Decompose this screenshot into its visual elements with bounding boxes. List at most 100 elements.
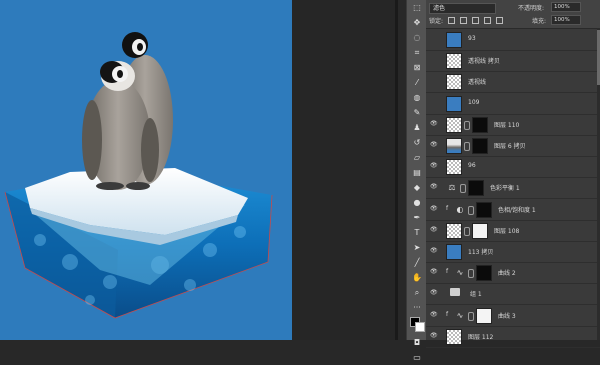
layer-mask-thumbnail[interactable] xyxy=(476,265,492,282)
layer-name[interactable]: 图层 110 xyxy=(494,120,519,129)
line-tool-icon[interactable]: ╱ xyxy=(407,255,427,270)
visibility-eye-icon[interactable]: 👁 xyxy=(430,120,438,128)
visibility-eye-icon[interactable]: 👁 xyxy=(430,268,438,276)
layer-name[interactable]: 色彩平衡 1 xyxy=(490,183,520,192)
background-color-swatch[interactable] xyxy=(415,322,425,332)
visibility-eye-icon[interactable]: 👁 xyxy=(430,141,438,149)
move-tool-icon[interactable]: ✥ xyxy=(407,15,427,30)
layer-row[interactable]: 93 xyxy=(426,29,600,51)
layer-name[interactable]: 93 xyxy=(468,35,476,42)
curves-icon[interactable]: ∿ xyxy=(454,267,466,278)
layer-thumbnail[interactable] xyxy=(446,328,462,345)
layer-name[interactable]: 色相/饱和度 1 xyxy=(498,205,536,214)
layer-row[interactable]: 透视线 拷贝 xyxy=(426,50,600,73)
visibility-eye-icon[interactable]: 👁 xyxy=(430,311,438,319)
eraser-tool-icon[interactable]: ▱ xyxy=(407,150,427,165)
layer-thumbnail[interactable] xyxy=(446,74,462,91)
mask-link-icon[interactable] xyxy=(464,142,470,151)
layer-thumbnail[interactable] xyxy=(446,244,462,260)
healing-brush-tool-icon[interactable]: ◍ xyxy=(407,90,427,105)
history-brush-tool-icon[interactable]: ↺ xyxy=(407,135,427,150)
layer-thumbnail[interactable] xyxy=(446,159,462,176)
curves-icon[interactable]: ∿ xyxy=(454,310,466,321)
pen-tool-icon[interactable]: ✒ xyxy=(407,210,427,225)
lock-transparent-icon[interactable] xyxy=(448,17,455,24)
layer-row[interactable]: 透视线 xyxy=(426,71,600,94)
layer-mask-thumbnail[interactable] xyxy=(476,307,492,324)
layer-thumbnail[interactable] xyxy=(446,222,462,239)
document-canvas[interactable] xyxy=(0,0,292,340)
layer-name[interactable]: 113 拷贝 xyxy=(468,247,493,256)
visibility-eye-icon[interactable] xyxy=(430,77,438,85)
layer-row[interactable]: 👁 图层 112 xyxy=(426,326,600,348)
frame-tool-icon[interactable]: ⊠ xyxy=(407,60,427,75)
layer-name[interactable]: 透视线 拷贝 xyxy=(468,56,500,65)
layer-mask-thumbnail[interactable] xyxy=(472,222,488,239)
path-selection-tool-icon[interactable]: ➤ xyxy=(407,240,427,255)
layer-mask-thumbnail[interactable] xyxy=(472,138,488,154)
layer-name[interactable]: 图层 112 xyxy=(468,332,493,341)
layer-mask-thumbnail[interactable] xyxy=(468,180,484,197)
layer-thumbnail[interactable] xyxy=(446,116,462,133)
hue-icon[interactable]: ◐ xyxy=(454,204,466,215)
layer-row[interactable]: 👁 图层 108 xyxy=(426,220,600,242)
mask-link-icon[interactable] xyxy=(460,184,466,194)
type-tool-icon[interactable]: T xyxy=(407,225,427,240)
lock-image-icon[interactable] xyxy=(460,17,467,24)
mask-link-icon[interactable] xyxy=(468,311,474,321)
gradient-tool-icon[interactable]: ▤ xyxy=(407,165,427,180)
mask-link-icon[interactable] xyxy=(464,226,470,236)
visibility-eye-icon[interactable] xyxy=(430,56,438,64)
layer-thumbnail[interactable] xyxy=(446,138,462,154)
brush-tool-icon[interactable]: ✎ xyxy=(407,105,427,120)
visibility-eye-icon[interactable]: 👁 xyxy=(430,226,438,234)
blur-tool-icon[interactable]: ◆ xyxy=(407,180,427,195)
visibility-eye-icon[interactable]: 👁 xyxy=(430,332,438,340)
visibility-eye-icon[interactable]: 👁 xyxy=(430,247,438,255)
dodge-tool-icon[interactable]: ● xyxy=(407,195,427,210)
layer-name[interactable]: 图层 6 拷贝 xyxy=(494,141,526,150)
mask-link-icon[interactable] xyxy=(468,205,474,215)
blend-mode-select[interactable]: 滤色 xyxy=(429,3,496,14)
layer-row[interactable]: 👁 96 xyxy=(426,156,600,179)
layer-thumbnail[interactable] xyxy=(446,32,462,48)
layer-row[interactable]: 👁 f ∿ 曲线 2 xyxy=(426,262,600,285)
layer-row[interactable]: 👁 ⚖ 色彩平衡 1 xyxy=(426,177,600,200)
layer-row[interactable]: 👁 图层 6 拷贝 xyxy=(426,135,600,157)
fill-input[interactable]: 100% xyxy=(551,15,581,25)
layer-row[interactable]: 👁 f ◐ 色相/饱和度 1 xyxy=(426,199,600,221)
mask-link-icon[interactable] xyxy=(464,120,470,130)
layer-name[interactable]: 透视线 xyxy=(468,77,486,86)
canvas-scroll-edge[interactable] xyxy=(395,0,398,340)
layer-mask-thumbnail[interactable] xyxy=(472,116,488,133)
lock-position-icon[interactable] xyxy=(472,17,479,24)
group-folder-icon[interactable] xyxy=(450,288,460,297)
visibility-eye-icon[interactable]: 👁 xyxy=(430,289,438,297)
zoom-tool-icon[interactable]: ⌕ xyxy=(407,285,427,300)
layer-name[interactable]: 曲线 3 xyxy=(498,311,516,320)
eyedropper-tool-icon[interactable]: ⁄ xyxy=(407,75,427,90)
layer-name[interactable]: 曲线 2 xyxy=(498,268,516,277)
lock-all-icon[interactable] xyxy=(496,17,503,24)
more-tools-icon[interactable]: ··· xyxy=(407,300,427,315)
visibility-eye-icon[interactable]: 👁 xyxy=(430,183,438,191)
opacity-input[interactable]: 100% xyxy=(551,2,581,12)
visibility-eye-icon[interactable]: 👁 xyxy=(430,162,438,170)
layer-name[interactable]: 图层 108 xyxy=(494,226,519,235)
screen-mode-icon[interactable]: ▭ xyxy=(407,350,427,365)
mask-link-icon[interactable] xyxy=(468,269,474,279)
layer-row[interactable]: 👁 组 1 xyxy=(426,283,600,306)
crop-tool-icon[interactable]: ⌗ xyxy=(407,45,427,60)
marquee-tool-icon[interactable]: ⬚ xyxy=(407,0,427,15)
balance-icon[interactable]: ⚖ xyxy=(446,182,458,193)
layer-row[interactable]: 👁 f ∿ 曲线 3 xyxy=(426,305,600,327)
lasso-tool-icon[interactable]: ◌ xyxy=(407,30,427,45)
layer-thumbnail[interactable] xyxy=(446,53,462,70)
visibility-eye-icon[interactable] xyxy=(430,35,438,43)
color-swatches[interactable] xyxy=(407,315,427,335)
visibility-eye-icon[interactable] xyxy=(430,99,438,107)
layer-name[interactable]: 109 xyxy=(468,99,479,106)
lock-artboard-icon[interactable] xyxy=(484,17,491,24)
layer-row[interactable]: 👁 图层 110 xyxy=(426,114,600,136)
layer-name[interactable]: 组 1 xyxy=(470,289,482,298)
